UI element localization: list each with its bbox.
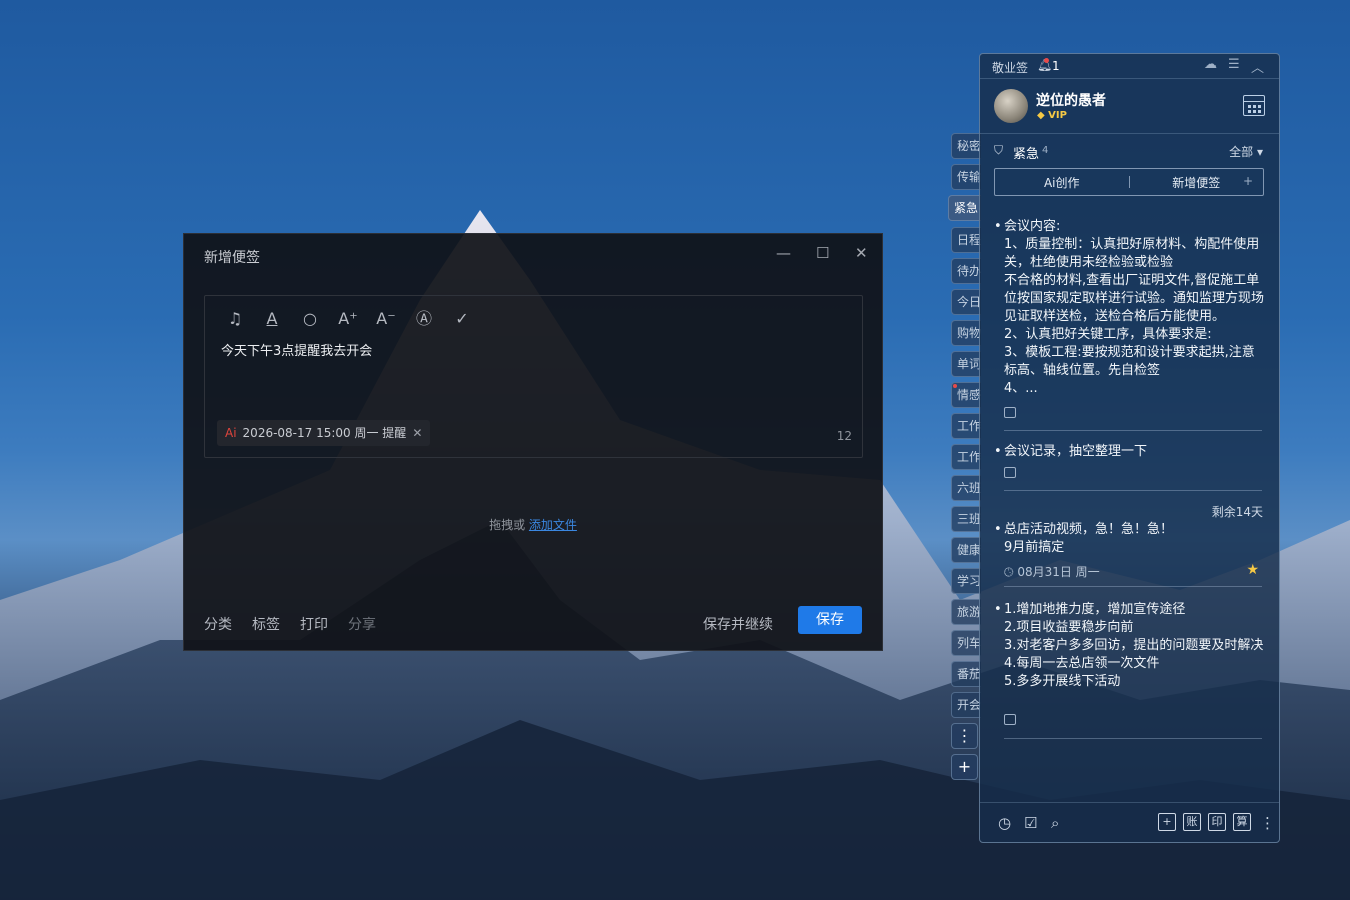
note-text: 总店活动视频，急！急！急！ 9月前搞定 <box>1004 522 1174 555</box>
close-icon[interactable]: ✕ <box>855 244 868 262</box>
side-tab[interactable]: 日程 <box>951 227 981 253</box>
side-tab[interactable]: 待办 <box>951 258 981 284</box>
username: 逆位的愚者 <box>1036 93 1106 109</box>
ai-label: Ai <box>225 426 237 440</box>
add-file-link[interactable]: 添加文件 <box>529 518 577 532</box>
drop-text: 拖拽或 <box>489 518 526 532</box>
save-continue-button[interactable]: 保存并继续 <box>703 614 773 634</box>
image-icon[interactable] <box>1004 407 1016 418</box>
panel-footer: ◷ ☑ ⌕ + 账 印 算 ⋮ <box>980 802 1279 842</box>
side-tab[interactable]: 开会 <box>951 692 981 718</box>
side-tab-label: 情感 <box>957 388 981 402</box>
notification-count: 1 <box>1052 59 1060 73</box>
action-bar: Ai创作 新增便签 + <box>994 168 1264 196</box>
print-button[interactable]: 打印 <box>300 614 328 634</box>
account-icon[interactable]: 账 <box>1183 813 1201 831</box>
side-tab-active[interactable]: 紧急 <box>948 195 981 221</box>
note-date-text: 08月31日 周一 <box>1017 565 1100 579</box>
unread-dot <box>953 384 957 388</box>
category-count: 4 <box>1042 145 1049 156</box>
add-box-icon[interactable]: + <box>1158 813 1176 831</box>
star-icon[interactable]: ★ <box>1246 562 1259 578</box>
remaining-days: 剩余14天 <box>1211 505 1263 519</box>
save-button[interactable]: 保存 <box>798 606 862 634</box>
category-name: 紧急 <box>1013 147 1040 162</box>
side-tab[interactable]: 六班 <box>951 475 981 501</box>
filter-label: 全部 <box>1229 145 1254 159</box>
note-editor[interactable]: ♫ A ○ A⁺ A⁻ Ⓐ ✓ 今天下午3点提醒我去开会 Ai 2026-08-1… <box>204 295 863 458</box>
panel-titlebar: 敬业签 🔔︎ 1 ☁ ☰ ︿ <box>980 54 1279 78</box>
ai-create-button[interactable]: Ai创作 <box>995 174 1129 191</box>
category-header: ⛉ 紧急 4 全部 ▾ <box>980 134 1279 164</box>
check-icon[interactable]: ✓ <box>451 308 473 330</box>
more-icon[interactable]: ⋮ <box>1260 814 1275 832</box>
bookmark-icon: ⛉ <box>994 143 1004 157</box>
avatar[interactable] <box>994 89 1028 123</box>
side-tab[interactable]: 工作 <box>951 444 981 470</box>
filter-dropdown[interactable]: 全部 ▾ <box>1229 143 1263 160</box>
sticky-notes-panel: 敬业签 🔔︎ 1 ☁ ☰ ︿ 逆位的愚者 ◆ VIP ⛉ 紧急 4 全部 ▾ A… <box>979 53 1280 843</box>
clock-icon[interactable]: ◷ <box>998 814 1011 832</box>
side-tab[interactable]: 旅游 <box>951 599 981 625</box>
plus-icon[interactable]: + <box>1243 174 1253 188</box>
collapse-icon[interactable]: ︿ <box>1251 57 1264 76</box>
dialog-title: 新增便签 <box>204 250 260 266</box>
notification-dot <box>1044 58 1049 63</box>
note-item[interactable]: • 1.增加地推力度，增加宣传途径 2.项目收益要稳步向前 3.对老客户多多回访… <box>994 601 1264 691</box>
note-content[interactable]: 今天下午3点提醒我去开会 <box>221 340 372 359</box>
add-category-button[interactable]: + <box>951 754 978 780</box>
side-tab[interactable]: 购物 <box>951 320 981 346</box>
search-icon[interactable]: ○ <box>299 308 321 330</box>
note-item[interactable]: • 总店活动视频，急！急！急！ 9月前搞定 <box>994 521 1264 557</box>
side-tab[interactable]: 秘密 <box>951 133 981 159</box>
vip-badge: ◆ VIP <box>1037 110 1067 121</box>
app-name: 敬业签 <box>992 61 1029 75</box>
reminder-bell-icon[interactable]: ♫ <box>224 308 246 330</box>
note-text: 会议记录，抽空整理一下 <box>1004 444 1148 459</box>
more-tabs-button[interactable]: ⋮ <box>951 723 978 749</box>
cloud-sync-icon[interactable]: ☁ <box>1204 57 1217 72</box>
new-note-dialog: 新增便签 — ☐ ✕ ♫ A ○ A⁺ A⁻ Ⓐ ✓ 今天下午3点提醒我去开会 … <box>183 233 883 651</box>
reminder-text: 2026-08-17 15:00 周一 提醒 <box>242 426 407 440</box>
font-decrease-icon[interactable]: A⁻ <box>375 308 397 330</box>
menu-icon[interactable]: ☰ <box>1228 57 1240 72</box>
category-button[interactable]: 分类 <box>204 614 232 634</box>
file-drop-zone[interactable]: 拖拽或 添加文件 <box>184 516 882 533</box>
minimize-icon[interactable]: — <box>776 244 791 262</box>
side-tab[interactable]: 三班 <box>951 506 981 532</box>
note-date: 🕓︎ 08月31日 周一 <box>1004 565 1100 579</box>
remove-reminder-icon[interactable]: ✕ <box>412 426 422 440</box>
side-tab[interactable]: 单词 <box>951 351 981 377</box>
text-color-icon[interactable]: A <box>261 308 283 330</box>
note-text: 会议内容: 1、质量控制：认真把好原材料、构配件使用关，杜绝使用未经检验或检验 … <box>1004 219 1264 396</box>
char-count: 12 <box>836 429 852 443</box>
font-increase-icon[interactable]: A⁺ <box>337 308 359 330</box>
note-item[interactable]: • 会议内容: 1、质量控制：认真把好原材料、构配件使用关，杜绝使用未经检验或检… <box>994 218 1264 404</box>
side-tab[interactable]: 今日 <box>951 289 981 315</box>
reminder-chip[interactable]: Ai 2026-08-17 15:00 周一 提醒 ✕ <box>217 420 431 446</box>
ai-format-icon[interactable]: Ⓐ <box>413 308 435 330</box>
side-tab[interactable]: 情感 <box>951 382 981 408</box>
side-tab[interactable]: 传输 <box>951 164 981 190</box>
side-tab[interactable]: 列车 <box>951 630 981 656</box>
maximize-icon[interactable]: ☐ <box>816 244 829 262</box>
note-text: 1.增加地推力度，增加宣传途径 2.项目收益要稳步向前 3.对老客户多多回访，提… <box>1004 602 1264 689</box>
side-tab[interactable]: 番茄 <box>951 661 981 687</box>
print-icon[interactable]: 印 <box>1208 813 1226 831</box>
tag-button[interactable]: 标签 <box>252 614 280 634</box>
note-item[interactable]: • 会议记录，抽空整理一下 <box>994 443 1264 461</box>
calculator-icon[interactable]: 算 <box>1233 813 1251 831</box>
user-row: 逆位的愚者 ◆ VIP <box>980 78 1279 134</box>
side-tab[interactable]: 工作 <box>951 413 981 439</box>
share-button[interactable]: 分享 <box>348 614 376 634</box>
calendar-icon[interactable] <box>1243 95 1265 116</box>
side-tab[interactable]: 健康 <box>951 537 981 563</box>
vip-label: VIP <box>1048 110 1067 121</box>
side-tab[interactable]: 学习 <box>951 568 981 594</box>
todo-icon[interactable]: ☑ <box>1024 814 1037 832</box>
image-icon[interactable] <box>1004 714 1016 725</box>
image-icon[interactable] <box>1004 467 1016 478</box>
search-icon[interactable]: ⌕ <box>1051 814 1059 832</box>
